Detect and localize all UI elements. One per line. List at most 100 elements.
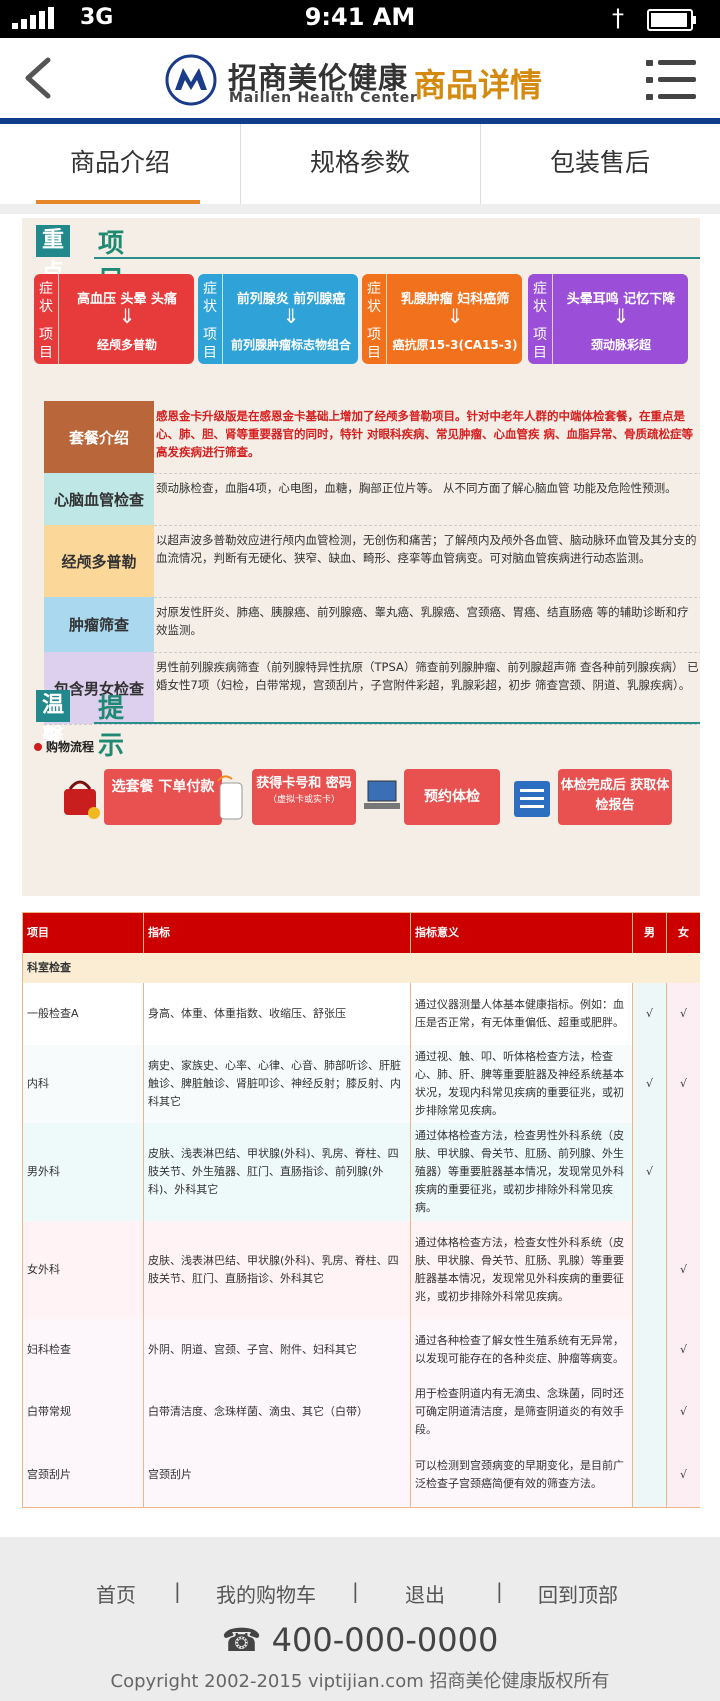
package-row-text: 颈动脉检查，血脂4项，心电图，血糖，胸部正位片等。 从不同方面了解心脑血管 功能… — [156, 481, 677, 495]
heading-text: 提示 — [98, 694, 125, 761]
table-cell-index: 皮肤、浅表淋巴结、甲状腺(外科)、乳房、脊柱、四肢关节、外生殖器、肛门、直肠指诊… — [144, 1123, 411, 1221]
table-cell-male — [633, 1319, 667, 1381]
exam-items-table: 项目 指标 指标意义男女科室检查一般检查A 身高、体重、体重指数、收缩压、舒张压 通过仪… — [22, 912, 700, 1508]
report-list-icon — [514, 781, 550, 817]
brand-logo — [165, 54, 217, 106]
footer-link-logout[interactable]: 退出 — [405, 1579, 445, 1608]
table-cell-meaning: 可以检测到宫颈病变的早期变化，是目前广泛检查子宫颈癌简便有效的筛查方法。 — [411, 1443, 633, 1507]
battery-icon — [647, 9, 696, 31]
tab-product-intro[interactable]: 商品介绍 — [0, 124, 241, 204]
footer-link-top[interactable]: 回到顶部 — [538, 1579, 618, 1608]
footer-link-home[interactable]: 首页 — [96, 1579, 136, 1608]
table-group-label: 科室检查 — [27, 961, 71, 974]
table-cell-index: 皮肤、浅表淋巴结、甲状腺(外科)、乳房、脊柱、四肢关节、肛门、直肠指诊、外科其它 — [144, 1221, 411, 1319]
flow-step-3: 预约体检 — [362, 769, 500, 825]
exam-item-label: 颈动脉彩超 — [590, 338, 651, 352]
menu-icon[interactable] — [646, 60, 696, 100]
package-row: 套餐介绍 感恩金卡升级版是在感恩金卡基础上增加了经颅多普勒项目。针对中老年人群的中… — [44, 401, 700, 474]
table-cell-meaning: 通过各种检查了解女性生殖系统有无异常，以发现可能存在的各种炎症、肿瘤等病变。 — [411, 1319, 633, 1381]
table-cell-male — [633, 1381, 667, 1443]
table-cell-meaning: 用于检查阴道内有无滴虫、念珠菌，同时还可确定阴道清洁度，是筛查阴道炎的有效手段。 — [411, 1381, 633, 1443]
heading-tag: 重点 — [36, 225, 71, 285]
back-arrow-icon[interactable] — [18, 56, 62, 100]
table-cell-index: 白带清洁度、念珠样菌、滴虫、其它（白带） — [144, 1381, 411, 1443]
active-tab-indicator — [36, 200, 200, 204]
shopping-basket-icon — [64, 780, 100, 819]
table-cell-item: 妇科检查 — [23, 1319, 144, 1381]
table-group-row: 科室检查 — [23, 953, 700, 984]
package-row: 肿瘤筛查 对原发性肝炎、肺癌、胰腺癌、前列腺癌、睾丸癌、乳腺癌、宫颈癌、胃癌、结直… — [44, 597, 700, 653]
symptom-card: 症状 项目 前列腺炎 前列腺癌 ⇓ 前列腺肿瘤标志物组合 — [198, 274, 358, 364]
table-header-cell: 男 — [633, 913, 667, 953]
brand-name-en: Maillen Health Center — [229, 90, 418, 106]
bluetooth-icon: † — [612, 4, 624, 32]
divider — [0, 206, 720, 214]
package-row: 经颅多普勒 以超声波多普勒效应进行颅内血管检测，无创伤和痛苦；了解颅内及颅外各血管… — [44, 525, 700, 598]
copyright: Copyright 2002-2015 viptijian.com 招商美伦健康… — [110, 1671, 610, 1692]
table-cell-item: 白带常规 — [23, 1381, 144, 1443]
flow-step-2: 获得卡号和 密码 （虚拟卡或实卡） — [214, 769, 356, 825]
table-cell-male: √ — [633, 983, 667, 1045]
phone-card-icon — [217, 775, 243, 820]
table-cell-female: √ — [667, 1443, 700, 1507]
exam-item-label: 前列腺肿瘤标志物组合 — [230, 338, 351, 352]
app-header: 招商美伦健康 Maillen Health Center 商品详情 — [0, 38, 720, 124]
down-arrow-icon: ⇓ — [612, 304, 630, 328]
symptom-card: 症状 项目 头晕耳鸣 记忆下降 ⇓ 颈动脉彩超 — [528, 274, 688, 364]
table-cell-item: 内科 — [23, 1045, 144, 1123]
product-detail-content: 重点 项目 症状项目高血压 头晕 头痛⇓经颅多普勒症状项目前列腺炎 前列腺癌⇓前… — [22, 218, 700, 1514]
table-row: 男外科 皮肤、浅表淋巴结、甲状腺(外科)、乳房、脊柱、四肢关节、外生殖器、肛门、直… — [23, 1123, 700, 1222]
table-cell-female: √ — [667, 983, 700, 1045]
status-bar: 3G 9:41 AM † — [0, 0, 720, 38]
highlights-panel: 重点 项目 症状项目高血压 头晕 头痛⇓经颅多普勒症状项目前列腺炎 前列腺癌⇓前… — [22, 218, 700, 896]
table-cell-female: √ — [667, 1221, 700, 1319]
package-row-text: 男性前列腺疾病筛查（前列腺特异性抗原（TPSA）筛查前列腺肿瘤、前列腺超声筛 查… — [156, 660, 699, 692]
flow-step-label: 获得卡号和 密码 （虚拟卡或实卡） — [252, 769, 356, 825]
table-header-cell: 女 — [667, 913, 700, 953]
tab-packaging[interactable]: 包装售后 — [480, 124, 720, 204]
laptop-icon — [364, 780, 400, 809]
telephone-icon: ☎ — [221, 1621, 262, 1659]
table-cell-female — [667, 1123, 700, 1221]
table-cell-item: 女外科 — [23, 1221, 144, 1319]
table-cell-male: √ — [633, 1045, 667, 1123]
table-cell-meaning: 通过体格检查方法，检查女性外科系统（皮肤、甲状腺、骨关节、肛肠、乳腺）等重要脏器… — [411, 1221, 633, 1319]
table-cell-male — [633, 1221, 667, 1319]
table-cell-index: 宫颈刮片 — [144, 1443, 411, 1507]
page-footer: 首页 | 我的购物车 | 退出 | 回到顶部 ☎ 400-000-0000 Co… — [0, 1537, 720, 1701]
table-row: 一般检查A 身高、体重、体重指数、收缩压、舒张压 通过仪器测量人体基本健康指标。例如… — [23, 983, 700, 1046]
package-row-text: 以超声波多普勒效应进行颅内血管检测，无创伤和痛苦；了解颅内及颅外各血管、脑动脉环… — [156, 533, 697, 565]
flow-step-4: 体检完成后 获取体检报告 — [510, 769, 672, 825]
tab-bar: 商品介绍 规格参数 包装售后 — [0, 124, 720, 206]
package-row-label: 肿瘤筛查 — [44, 597, 154, 652]
package-row: 心脑血管检查 颈动脉检查，血脂4项，心电图，血糖，胸部正位片等。 从不同方面了解心… — [44, 473, 700, 526]
table-cell-index: 病史、家族史、心率、心律、心音、肺部听诊、肝脏触诊、脾脏触诊、肾脏叩诊、神经反射… — [144, 1045, 411, 1123]
table-cell-item: 男外科 — [23, 1123, 144, 1221]
table-cell-meaning: 通过视、触、叩、听体格检查方法，检查心、肺、肝、脾等重要脏器及神经系统基本状况，… — [411, 1045, 633, 1123]
table-cell-index: 身高、体重、体重指数、收缩压、舒张压 — [144, 983, 411, 1045]
table-header: 项目 指标 指标意义男女 — [23, 913, 700, 954]
hotline[interactable]: ☎ 400-000-0000 — [0, 1621, 720, 1659]
table-cell-male: √ — [633, 1123, 667, 1221]
table-row: 女外科 皮肤、浅表淋巴结、甲状腺(外科)、乳房、脊柱、四肢关节、肛门、直肠指诊、外… — [23, 1221, 700, 1320]
footer-link-cart[interactable]: 我的购物车 — [216, 1579, 316, 1608]
phone-number: 400-000-0000 — [271, 1621, 499, 1659]
table-cell-female: √ — [667, 1045, 700, 1123]
exam-item-label: 癌抗原15-3(CA15-3) — [392, 338, 518, 352]
table-cell-female: √ — [667, 1319, 700, 1381]
package-row-text: 对原发性肝炎、肺癌、胰腺癌、前列腺癌、睾丸癌、乳腺癌、宫颈癌、胃癌、结直肠癌 等… — [156, 605, 689, 637]
symptom-card: 症状 项目 高血压 头晕 头痛 ⇓ 经颅多普勒 — [34, 274, 194, 364]
package-row-label: 套餐介绍 — [44, 401, 154, 473]
package-row-label: 经颅多普勒 — [44, 525, 154, 597]
table-header-cell: 指标意义 — [411, 913, 633, 953]
heading-tag: 温馨 — [36, 690, 71, 750]
table-header-cell: 指标 — [144, 913, 411, 953]
exam-item-label: 经颅多普勒 — [96, 338, 157, 352]
page-title: 商品详情 — [414, 66, 543, 104]
symptom-card: 症状 项目 乳腺肿瘤 妇科癌筛 ⇓ 癌抗原15-3(CA15-3) — [362, 274, 522, 364]
flow-title: 购物流程 — [34, 738, 94, 755]
table-row: 妇科检查 外阴、阴道、宫颈、子宫、附件、妇科其它 通过各种检查了解女性生殖系统有无异… — [23, 1319, 700, 1382]
tab-specs[interactable]: 规格参数 — [240, 124, 481, 204]
table-header-cell: 项目 — [23, 913, 144, 953]
down-arrow-icon: ⇓ — [446, 304, 464, 328]
